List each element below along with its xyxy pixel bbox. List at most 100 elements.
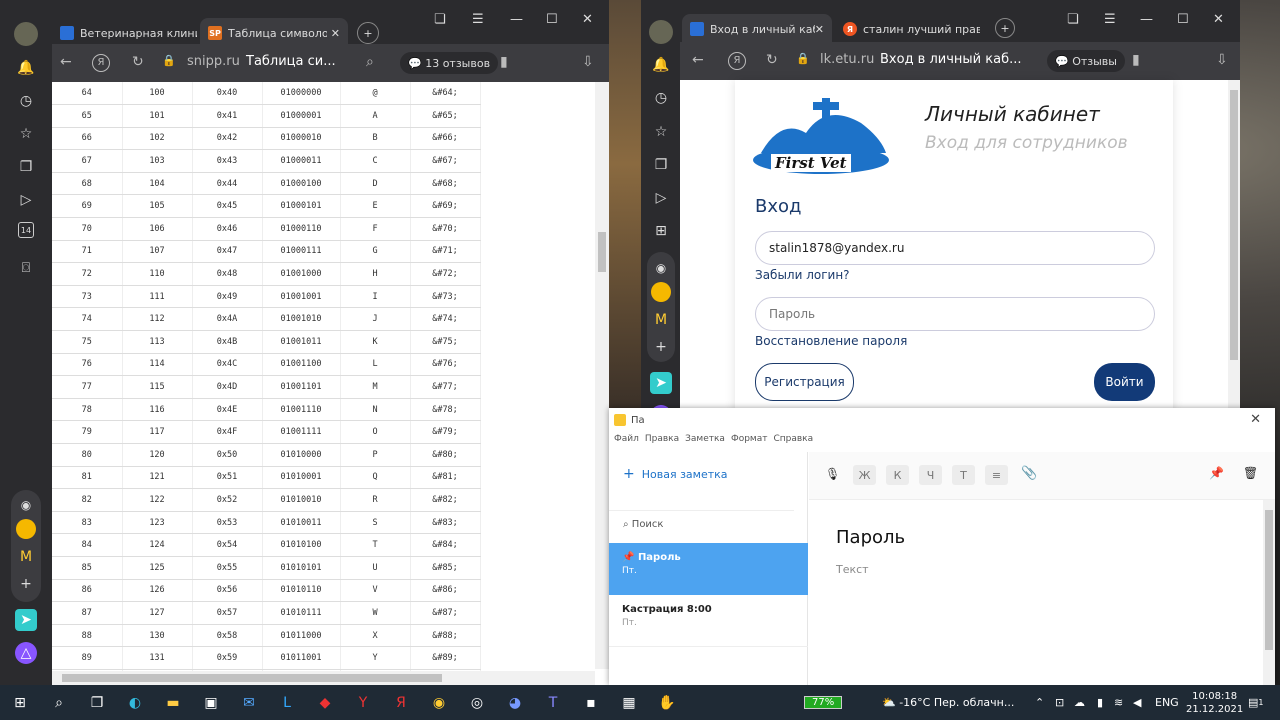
password-field[interactable]: Пароль [755,297,1155,331]
close-icon[interactable]: ✕ [331,27,340,40]
download-icon[interactable]: ⇩ [1216,52,1228,68]
battery-indicator[interactable]: 77% [804,685,843,720]
editor-body[interactable]: Текст [836,563,869,576]
page-title[interactable]: Вход в личный каб... [880,52,1022,67]
new-tab-button[interactable]: + [995,18,1015,38]
calculator-icon[interactable]: ▦ [610,685,648,720]
yandex-icon[interactable]: Я [728,52,746,70]
bell-icon[interactable]: 🔔 [649,53,673,77]
cloud-icon[interactable]: ☁ [1074,685,1085,720]
tab-login[interactable]: Вход в личный каби ✕ [682,14,832,44]
l-app-icon[interactable]: L [268,685,306,720]
download-icon[interactable]: ⇩ [582,54,594,70]
teams-icon[interactable]: T [534,685,572,720]
maximize-icon[interactable]: ☐ [546,12,558,27]
minimize-icon[interactable]: — [1140,12,1153,27]
bookmark-icon[interactable]: ▮ [1132,52,1140,68]
search-icon[interactable]: ⌕ [366,54,374,70]
mail-icon[interactable]: ✉ [230,685,268,720]
reviews-button[interactable]: 💬 13 отзывов [400,52,499,74]
volume-icon[interactable]: ◀ [1133,685,1141,720]
bookmark-icon[interactable]: ▮ [500,54,508,70]
app-market-icon[interactable]: M [649,308,673,332]
app-yandex-icon[interactable] [16,519,36,539]
scroll-thumb[interactable] [1265,510,1273,650]
screenshot-icon[interactable]: ⌼ [14,256,38,280]
pycharm-icon[interactable]: ▪ [572,685,610,720]
register-button[interactable]: Регистрация [755,363,854,401]
format-button[interactable]: К [886,465,909,485]
close-window-icon[interactable]: ✕ [1213,12,1224,27]
notification-center-icon[interactable]: ▤ 1 [1248,685,1264,720]
calendar-badge-icon[interactable]: 14 [18,222,34,238]
history-icon[interactable]: ◷ [649,86,673,110]
new-tab-button[interactable]: + [357,22,379,44]
login-field[interactable]: stalin1878@yandex.ru [755,231,1155,265]
avatar[interactable] [649,20,673,44]
minimize-icon[interactable]: — [510,12,523,27]
edge-icon[interactable]: ◐ [116,685,154,720]
app-circle-icon[interactable]: ◉ [649,256,673,280]
menu-item[interactable]: Заметка [685,434,725,444]
menu-item[interactable]: Справка [773,434,813,444]
app-circle-icon[interactable]: ◉ [14,493,38,517]
horizontal-scrollbar[interactable] [52,671,595,685]
star-icon[interactable]: ☆ [649,120,673,144]
notes-taskbar-icon[interactable]: ✋ [648,685,686,720]
search-field[interactable]: ⌕ Поиск [609,510,794,530]
mic-icon[interactable]: ▮ [1097,685,1103,720]
attach-icon[interactable]: 📎 [1021,466,1037,481]
restore-password-link[interactable]: Восстановление пароля [755,334,907,348]
submit-button[interactable]: Войти [1094,363,1155,401]
delete-icon[interactable]: 🗑 [1243,466,1258,480]
send-icon[interactable]: ➤ [15,609,37,631]
start-icon[interactable]: ⊞ [0,685,40,720]
send-icon[interactable]: ➤ [650,372,672,394]
back-icon[interactable]: ← [60,54,72,70]
vertical-scrollbar[interactable] [1228,80,1240,436]
reload-icon[interactable]: ↻ [766,52,778,68]
page-title[interactable]: Таблица си... [246,54,336,69]
app-yandex-icon[interactable] [651,282,671,302]
format-button[interactable]: ≡ [985,465,1008,485]
alice-icon[interactable]: △ [15,642,37,664]
app-market-icon[interactable]: M [14,545,38,569]
domain-label[interactable]: snipp.ru [187,54,240,69]
language-indicator[interactable]: ENG [1155,685,1179,720]
reviews-button[interactable]: 💬 Отзывы [1047,50,1125,72]
collections-icon[interactable]: ❐ [649,153,673,177]
note-list-item[interactable]: 📌 Пароль Пт. [609,543,808,595]
tab-manager-icon[interactable]: ❏ [434,12,446,27]
collections-icon[interactable]: ❐ [14,155,38,179]
dictation-icon[interactable]: 🎙 [825,467,840,481]
avatar[interactable] [14,22,38,46]
yandex-app-icon[interactable]: Я [382,685,420,720]
domain-label[interactable]: lk.etu.ru [820,52,874,67]
star-icon[interactable]: ☆ [14,122,38,146]
scroll-thumb[interactable] [1230,90,1238,360]
explorer-icon[interactable]: ▬ [154,685,192,720]
close-window-icon[interactable]: ✕ [582,12,593,27]
menu-item[interactable]: Файл [614,434,639,444]
menu-icon[interactable]: ☰ [472,12,484,27]
shield-app-icon[interactable]: ◆ [306,685,344,720]
note-editor[interactable]: Пароль Текст [809,500,1275,685]
yandex-icon[interactable]: Я [92,54,110,72]
reload-icon[interactable]: ↻ [132,54,144,70]
maximize-icon[interactable]: ☐ [1177,12,1189,27]
scroll-thumb[interactable] [62,674,442,682]
play-icon[interactable]: ▷ [14,188,38,212]
task-view-icon[interactable]: ❐ [78,685,116,720]
menu-icon[interactable]: ☰ [1104,12,1116,27]
close-icon[interactable]: ✕ [815,23,824,36]
close-window-icon[interactable]: ✕ [1250,412,1261,427]
history-icon[interactable]: ◷ [14,89,38,113]
search-icon[interactable]: ⌕ [40,685,78,720]
vertical-scrollbar[interactable] [1263,500,1275,685]
pin-note-icon[interactable]: 📌 [1209,466,1224,480]
new-note-button[interactable]: + Новая заметка [623,466,728,482]
tray-chevron-icon[interactable]: ⌃ [1035,685,1044,720]
forgot-login-link[interactable]: Забыли логин? [755,268,850,282]
discord-icon[interactable]: ◕ [496,685,534,720]
network-icon[interactable]: ⊡ [1055,685,1064,720]
